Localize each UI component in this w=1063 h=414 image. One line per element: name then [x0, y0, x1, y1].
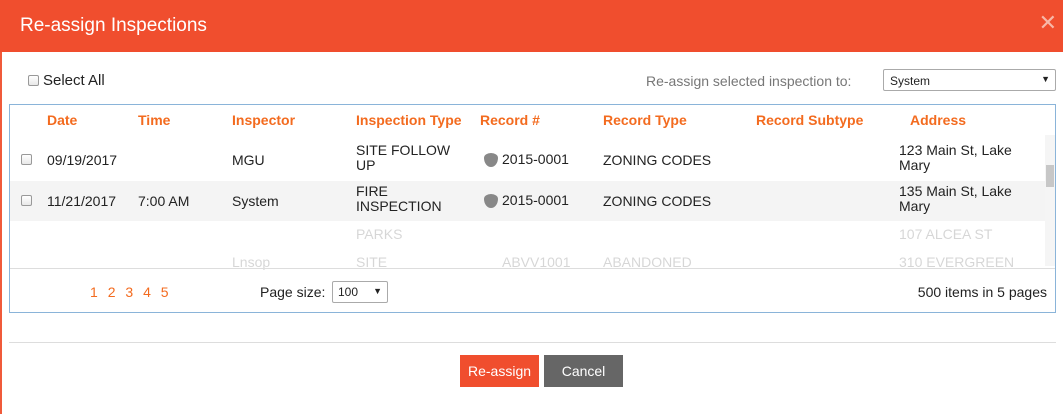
column-header-address[interactable]: Address	[910, 112, 966, 128]
row-checkbox[interactable]	[21, 154, 32, 165]
cell-record[interactable]: 2015-0001	[484, 151, 569, 168]
close-icon[interactable]: ✕	[1039, 12, 1057, 34]
divider	[9, 342, 1056, 343]
cell-date: 09/19/2017	[47, 152, 118, 168]
grid-scrollbar[interactable]	[1045, 135, 1055, 266]
cell-address: 135 Main St, Lake Mary	[899, 184, 1012, 214]
scrollbar-thumb[interactable]	[1046, 165, 1054, 187]
faded-inspection-type: PARKS	[356, 226, 403, 242]
column-header-record-subtype[interactable]: Record Subtype	[756, 112, 863, 128]
cell-inspection-type-line2: UP	[356, 157, 376, 173]
chevron-down-icon: ▼	[373, 286, 382, 296]
page-link-4[interactable]: 4	[143, 284, 151, 300]
page-link-1[interactable]: 1	[90, 284, 98, 300]
cell-record[interactable]: 2015-0001	[484, 192, 569, 209]
cell-date: 11/21/2017	[47, 193, 117, 209]
checkbox-icon[interactable]	[28, 75, 39, 86]
select-all-checkbox[interactable]: Select All	[28, 72, 105, 89]
reassign-button[interactable]: Re-assign	[460, 355, 539, 387]
cell-record-type: ZONING CODES	[603, 193, 712, 209]
column-header-date[interactable]: Date	[47, 112, 77, 128]
table-row[interactable]: 09/19/2017 MGU SITE FOLLOW UP 2015-0001 Z…	[10, 141, 1046, 179]
reassign-to-label: Re-assign selected inspection to:	[646, 73, 852, 89]
column-header-record[interactable]: Record #	[480, 112, 540, 128]
assignee-selected-value: System	[890, 74, 931, 88]
shield-icon	[484, 194, 498, 209]
page-size-select[interactable]: 100 ▼	[332, 281, 388, 303]
cell-address-line1: 135 Main St, Lake	[899, 183, 1012, 199]
cancel-button[interactable]: Cancel	[544, 355, 623, 387]
page-numbers: 1 2 3 4 5	[90, 284, 175, 300]
cell-record-number: 2015-0001	[502, 192, 569, 208]
selection-toolbar: Select All Re-assign selected inspection…	[0, 52, 1063, 104]
shield-icon	[484, 153, 498, 168]
column-header-inspector[interactable]: Inspector	[232, 112, 295, 128]
row-checkbox[interactable]	[21, 195, 32, 206]
cell-time: 7:00 AM	[138, 193, 190, 209]
cell-inspection-type: SITE FOLLOW UP	[356, 143, 450, 173]
page-size-value: 100	[338, 285, 359, 299]
faded-rows: PARKS 107 ALCEA ST Lnsop SITE ABVV1001 A…	[10, 226, 1046, 270]
table-row[interactable]: 11/21/2017 7:00 AM System FIRE INSPECTION…	[10, 181, 1046, 221]
page-link-5[interactable]: 5	[161, 284, 169, 300]
page-link-3[interactable]: 3	[125, 284, 133, 300]
column-header-time[interactable]: Time	[138, 112, 170, 128]
cell-inspection-type-line1: FIRE	[356, 183, 388, 199]
inspections-grid: Date Time Inspector Inspection Type Reco…	[9, 104, 1056, 313]
grid-pager: 1 2 3 4 5 Page size: 100 ▼ 500 items in …	[10, 268, 1055, 312]
cell-inspection-type: FIRE INSPECTION	[356, 184, 442, 214]
column-header-inspection-type[interactable]: Inspection Type	[356, 112, 462, 128]
page-link-2[interactable]: 2	[108, 284, 116, 300]
cell-inspector: System	[232, 193, 279, 209]
cell-address-line1: 123 Main St, Lake	[899, 142, 1012, 158]
dialog-titlebar: Re-assign Inspections ✕	[0, 0, 1063, 52]
cell-inspector: MGU	[232, 152, 265, 168]
cell-record-number: 2015-0001	[502, 151, 569, 167]
page-size-label: Page size:	[260, 284, 326, 300]
cell-inspection-type-line2: INSPECTION	[356, 198, 442, 214]
faded-address: 107 ALCEA ST	[899, 226, 993, 242]
column-header-record-type[interactable]: Record Type	[603, 112, 687, 128]
chevron-down-icon: ▼	[1041, 74, 1050, 84]
dialog-title: Re-assign Inspections	[20, 15, 207, 36]
dialog-border	[0, 52, 2, 414]
cell-address-line2: Mary	[899, 157, 931, 173]
cell-address: 123 Main St, Lake Mary	[899, 143, 1012, 173]
cell-record-type: ZONING CODES	[603, 152, 712, 168]
cell-address-line2: Mary	[899, 198, 931, 214]
assignee-select[interactable]: System ▼	[883, 69, 1056, 91]
cell-inspection-type-line1: SITE FOLLOW	[356, 142, 451, 158]
select-all-label: Select All	[43, 72, 105, 89]
grid-header: Date Time Inspector Inspection Type Reco…	[10, 105, 1055, 135]
items-summary: 500 items in 5 pages	[917, 284, 1047, 300]
